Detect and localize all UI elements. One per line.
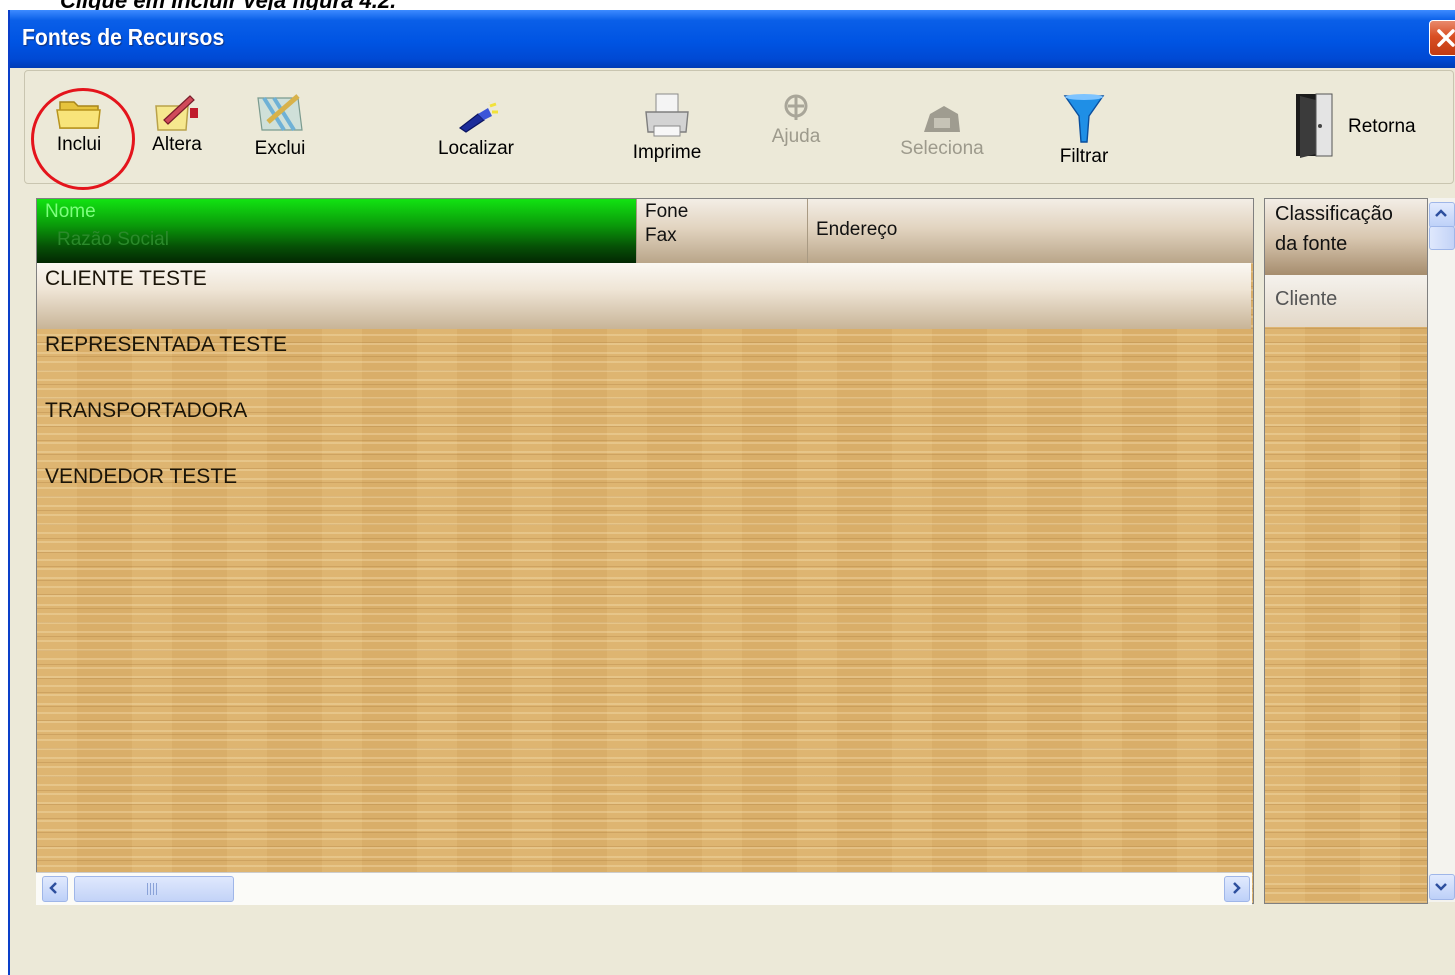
filtrar-button[interactable]: Filtrar bbox=[1044, 94, 1124, 168]
row-name: VENDEDOR TESTE bbox=[45, 465, 238, 488]
column-header-fone[interactable]: Fone Fax bbox=[637, 199, 808, 263]
delete-icon bbox=[257, 94, 303, 132]
document-caption: Clique em Incluir veja figura 4.2. bbox=[60, 0, 396, 10]
scroll-right-button[interactable] bbox=[1224, 876, 1250, 902]
edit-icon bbox=[155, 95, 198, 131]
funnel-icon bbox=[1063, 94, 1105, 143]
printer-icon bbox=[645, 93, 689, 137]
altera-button[interactable]: Altera bbox=[140, 92, 214, 156]
toolbar bbox=[24, 70, 1454, 184]
horizontal-scroll-thumb[interactable] bbox=[74, 876, 234, 902]
title-bar[interactable]: Fontes de Recursos bbox=[10, 10, 1455, 68]
flashlight-icon bbox=[458, 102, 498, 133]
inclui-label: Inclui bbox=[56, 134, 102, 155]
row-name: CLIENTE TESTE bbox=[45, 267, 207, 290]
exclui-button[interactable]: Exclui bbox=[242, 92, 318, 160]
exclui-label: Exclui bbox=[254, 138, 306, 159]
column-nome-label: Nome bbox=[45, 201, 96, 222]
exit-door-icon bbox=[1296, 93, 1333, 158]
column-razao-label: Razão Social bbox=[57, 229, 169, 250]
vertical-scrollbar[interactable] bbox=[1428, 198, 1455, 902]
select-icon bbox=[924, 106, 960, 132]
seleciona-button[interactable]: Seleciona bbox=[890, 102, 994, 160]
inclui-button[interactable]: Inclui bbox=[36, 94, 122, 156]
classificacao-cell[interactable]: Cliente bbox=[1265, 275, 1427, 327]
chevron-up-icon bbox=[1435, 209, 1447, 217]
column-header-endereco[interactable]: Endereço bbox=[808, 199, 1253, 263]
ajuda-label: Ajuda bbox=[771, 126, 821, 147]
ajuda-button[interactable]: Ajuda bbox=[758, 92, 834, 148]
localizar-label: Localizar bbox=[437, 138, 515, 159]
vertical-scroll-thumb[interactable] bbox=[1429, 226, 1455, 250]
scroll-down-button[interactable] bbox=[1429, 874, 1455, 900]
column-fone-label: Fone bbox=[645, 201, 689, 222]
close-button[interactable] bbox=[1429, 20, 1455, 56]
da-fonte-label: da fonte bbox=[1275, 233, 1348, 255]
fontes-grid[interactable]: Nome Razão Social Fone Fax Endereço CLIE… bbox=[36, 198, 1254, 904]
retorna-label: Retorna bbox=[1348, 116, 1416, 137]
row-name: TRANSPORTADORA bbox=[45, 399, 248, 422]
table-row[interactable]: REPRESENTADA TESTE bbox=[37, 329, 1251, 395]
thumb-grip bbox=[147, 883, 159, 895]
imprime-button[interactable]: Imprime bbox=[622, 92, 712, 164]
help-icon bbox=[784, 94, 808, 120]
horizontal-scrollbar[interactable] bbox=[36, 872, 1252, 905]
chevron-left-icon bbox=[49, 882, 57, 894]
column-header-nome[interactable]: Nome Razão Social bbox=[37, 199, 637, 263]
imprime-label: Imprime bbox=[632, 142, 702, 163]
window-title: Fontes de Recursos bbox=[22, 24, 225, 50]
row-name: REPRESENTADA TESTE bbox=[45, 333, 287, 356]
close-icon bbox=[1437, 29, 1455, 47]
table-row[interactable]: TRANSPORTADORA bbox=[37, 395, 1251, 461]
table-row[interactable]: VENDEDOR TESTE bbox=[37, 461, 1251, 527]
classificacao-grid[interactable]: Classificação da fonte Cliente bbox=[1264, 198, 1428, 904]
column-fax-label: Fax bbox=[645, 225, 677, 246]
table-row[interactable]: CLIENTE TESTE bbox=[37, 263, 1251, 329]
folder-icon bbox=[56, 101, 101, 129]
chevron-right-icon bbox=[1233, 882, 1241, 894]
localizar-button[interactable]: Localizar bbox=[424, 102, 528, 160]
filtrar-label: Filtrar bbox=[1059, 146, 1109, 167]
classificacao-label: Classificação bbox=[1275, 203, 1393, 225]
fontes-de-recursos-window: Fontes de Recursos Inclui Altera Exclui bbox=[8, 10, 1455, 975]
seleciona-label: Seleciona bbox=[900, 138, 984, 159]
chevron-down-icon bbox=[1435, 883, 1447, 891]
column-header-classificacao[interactable]: Classificação da fonte bbox=[1265, 199, 1427, 275]
altera-label: Altera bbox=[152, 134, 202, 155]
scroll-up-button[interactable] bbox=[1429, 202, 1455, 228]
classificacao-value: Cliente bbox=[1275, 288, 1338, 310]
column-endereco-label: Endereço bbox=[816, 219, 898, 240]
scroll-left-button[interactable] bbox=[42, 876, 68, 902]
